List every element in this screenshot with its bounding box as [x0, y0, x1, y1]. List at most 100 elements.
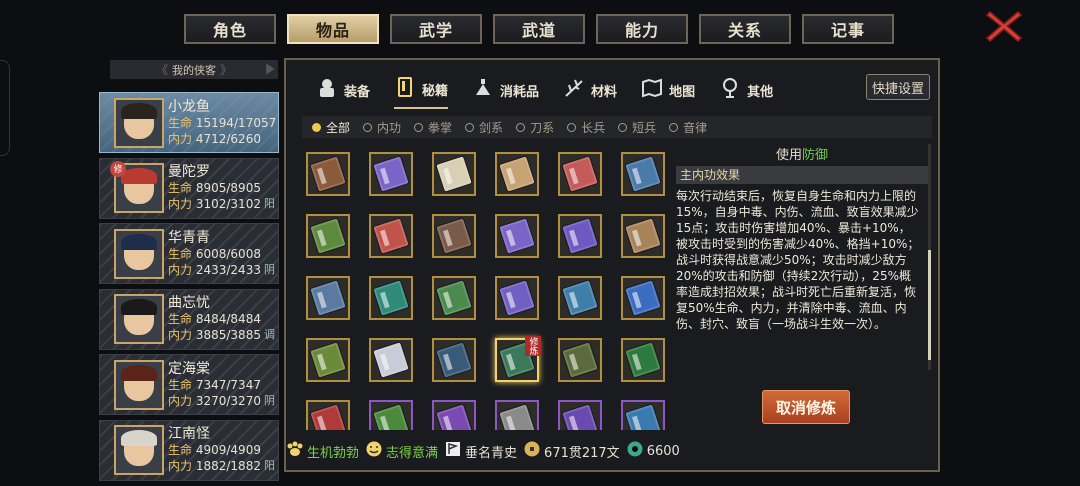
book-slot[interactable] — [621, 338, 665, 382]
top-tab[interactable]: 记事 — [802, 14, 894, 44]
book-slot[interactable] — [369, 338, 413, 382]
radio-dot-icon — [516, 122, 526, 132]
expand-icon[interactable] — [266, 63, 275, 75]
category-tab[interactable]: 材料 — [563, 71, 617, 109]
category-tab[interactable]: 装备 — [316, 71, 370, 109]
detail-scroll-thumb[interactable] — [928, 250, 931, 360]
book-slot[interactable] — [558, 338, 602, 382]
face-icon — [365, 440, 383, 462]
character-card[interactable]: 华青青 生命 6008/6008 内力 2433/2433 阴 — [99, 223, 279, 284]
book-slot[interactable] — [495, 214, 539, 258]
mp-value: 4712/6260 — [195, 131, 261, 146]
category-tab-label: 材料 — [591, 84, 618, 100]
book-slot[interactable] — [432, 338, 476, 382]
character-name: 曲忘忧 — [168, 295, 210, 311]
mp-value: 3102/3102 — [195, 197, 261, 211]
filter-option[interactable]: 长兵 — [567, 119, 605, 136]
book-slot[interactable] — [432, 276, 476, 320]
book-slot[interactable] — [558, 400, 602, 430]
character-info: 曼陀罗 生命 8905/8905 内力 3102/3102 阳 — [168, 164, 275, 212]
category-tab[interactable]: 其他 — [719, 71, 773, 109]
book-slot[interactable] — [621, 276, 665, 320]
category-tab[interactable]: 地图 — [641, 71, 695, 109]
book-slot[interactable] — [432, 152, 476, 196]
character-info: 江南怪 生命 4909/4909 内力 1882/1882 阳 — [168, 426, 275, 474]
book-slot[interactable] — [621, 152, 665, 196]
effect-title: 主内功效果 — [676, 166, 928, 184]
hp-label: 生命 — [168, 246, 193, 261]
book-slot[interactable] — [306, 400, 350, 430]
top-tab[interactable]: 能力 — [596, 14, 688, 44]
book-slot[interactable] — [306, 276, 350, 320]
book-slot[interactable] — [369, 276, 413, 320]
book-slot[interactable] — [432, 214, 476, 258]
close-icon[interactable] — [984, 8, 1024, 44]
filter-option[interactable]: 音律 — [669, 119, 707, 136]
top-tab[interactable]: 关系 — [699, 14, 791, 44]
status-item: 生机勃勃 — [286, 440, 359, 462]
book-slot[interactable] — [558, 152, 602, 196]
book-slot[interactable] — [306, 152, 350, 196]
book-slot[interactable] — [369, 400, 413, 430]
right-arrow-icon[interactable]: 》 — [220, 61, 232, 78]
book-icon — [435, 155, 473, 193]
left-arrow-icon[interactable]: 《 — [156, 61, 168, 78]
status-item: 垂名青史 — [444, 440, 517, 462]
book-slot[interactable] — [306, 338, 350, 382]
book-slot[interactable] — [558, 214, 602, 258]
book-slot[interactable] — [495, 276, 539, 320]
hp-value: 15194/17057 — [195, 115, 277, 130]
character-card[interactable]: 江南怪 生命 4909/4909 内力 1882/1882 阳 — [99, 419, 279, 481]
cancel-training-button[interactable]: 取消修炼 — [762, 390, 850, 424]
category-tab[interactable]: 消耗品 — [472, 71, 539, 109]
category-tab[interactable]: 秘籍 — [394, 71, 449, 109]
book-slot[interactable] — [621, 400, 665, 430]
top-tab[interactable]: 角色 — [184, 14, 276, 44]
use-line: 使用防御 — [676, 144, 928, 163]
screen-edge — [0, 60, 10, 156]
book-slot[interactable]: 修炼 — [495, 336, 541, 382]
top-tab[interactable]: 武学 — [390, 14, 482, 44]
book-slot[interactable] — [558, 276, 602, 320]
character-card[interactable]: 曲忘忧 生命 8484/8484 内力 3885/3885 调 — [99, 288, 279, 350]
filter-option[interactable]: 短兵 — [618, 119, 656, 136]
radio-dot-icon — [465, 122, 475, 132]
filter-option[interactable]: 内功 — [363, 119, 401, 136]
book-slot[interactable] — [432, 400, 476, 430]
character-card[interactable]: 小龙鱼 生命 15194/17057 内力 4712/6260 — [99, 92, 279, 153]
character-card[interactable]: 定海棠 生命 7347/7347 内力 3270/3270 阴 — [99, 354, 279, 415]
book-icon — [372, 279, 410, 317]
status-label: 6600 — [646, 443, 680, 459]
filter-option[interactable]: 全部 — [312, 119, 350, 136]
book-icon — [309, 279, 347, 317]
use-value: 防御 — [802, 148, 829, 163]
hp-row: 生命 15194/17057 — [168, 115, 276, 131]
status-item: 6600 — [626, 440, 680, 462]
book-slot[interactable] — [369, 214, 413, 258]
training-mark: 修炼 — [525, 336, 541, 356]
filter-option[interactable]: 拳掌 — [414, 119, 452, 136]
book-slot[interactable] — [621, 214, 665, 258]
character-name: 定海棠 — [168, 360, 210, 377]
filter-option[interactable]: 剑系 — [465, 119, 503, 136]
top-tab[interactable]: 物品 — [287, 14, 379, 44]
book-slot[interactable] — [495, 400, 539, 430]
top-tab[interactable]: 武道 — [493, 14, 585, 44]
book-icon — [624, 279, 662, 317]
mp-row: 内力 3102/3102 — [168, 196, 261, 212]
mp-value: 2433/2433 — [195, 262, 261, 277]
filter-option[interactable]: 刀系 — [516, 119, 554, 136]
book-slot[interactable] — [495, 152, 539, 196]
mp-label: 内力 — [168, 197, 193, 211]
book-slot[interactable] — [369, 152, 413, 196]
book-icon — [561, 279, 599, 317]
book-icon — [435, 279, 473, 317]
flag-icon — [444, 440, 462, 462]
character-list-header: 《 我的侠客 》 — [110, 60, 278, 79]
book-slot[interactable] — [306, 214, 350, 258]
use-prefix: 使用 — [775, 148, 802, 163]
filter-label: 剑系 — [479, 120, 504, 135]
character-info: 华青青 生命 6008/6008 内力 2433/2433 阴 — [168, 230, 275, 278]
character-card[interactable]: 修 曼陀罗 生命 8905/8905 内力 3102/3102 阳 — [99, 157, 279, 219]
quick-settings-button[interactable]: 快捷设置 — [866, 74, 930, 100]
